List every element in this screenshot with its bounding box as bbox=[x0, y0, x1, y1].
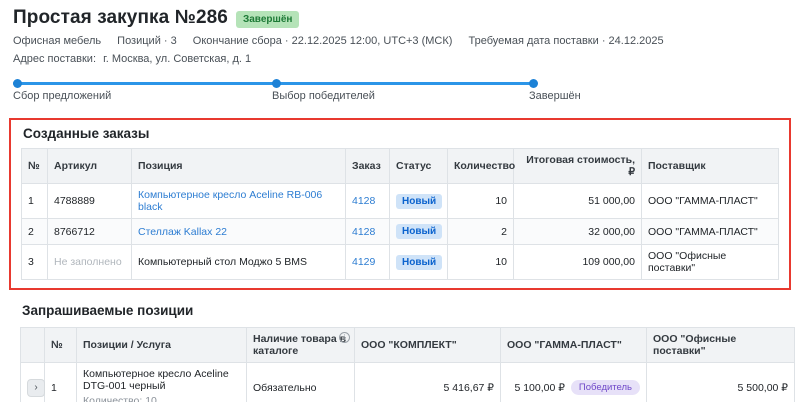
created-orders-title: Созданные заказы bbox=[23, 126, 779, 141]
col-total: Итоговая стоимость, ₽ bbox=[514, 149, 642, 184]
order-row: 3 Не заполнено Компьютерный стол Моджо 5… bbox=[22, 245, 779, 280]
status-new-badge: Новый bbox=[396, 224, 442, 239]
col-supplier: Поставщик bbox=[642, 149, 779, 184]
order-link[interactable]: 4129 bbox=[352, 256, 375, 268]
requested-positions-title: Запрашиваемые позиции bbox=[22, 303, 795, 318]
order-article-empty: Не заполнено bbox=[48, 245, 132, 280]
requested-row: › 1 Компьютерное кресло Aceline DTG-001 … bbox=[21, 363, 795, 402]
order-link[interactable]: 4128 bbox=[352, 195, 375, 207]
progress-step-done: Завершён bbox=[529, 90, 581, 102]
progress-step-collect: Сбор предложений bbox=[13, 90, 111, 102]
address-line: Адрес поставки: г. Москва, ул. Советская… bbox=[13, 53, 787, 65]
winner-badge: Победитель bbox=[571, 380, 640, 395]
col-name: Позиции / Услуга bbox=[77, 328, 247, 363]
price-gamma: 5 100,00 ₽ bbox=[514, 382, 564, 394]
order-total: 32 000,00 bbox=[514, 219, 642, 245]
item-qty: Количество: 10 bbox=[83, 395, 240, 402]
address-label: Адрес поставки: bbox=[13, 53, 96, 65]
order-supplier: ООО "ГАММА-ПЛАСТ" bbox=[642, 184, 779, 219]
meta-collection-end: Окончание сбора · 22.12.2025 12:00, UTC+… bbox=[193, 35, 453, 47]
progress-dot-2 bbox=[272, 79, 281, 88]
page-header: Простая закупка №286 Завершён Офисная ме… bbox=[0, 0, 800, 65]
position-link[interactable]: Стеллаж Kallax 22 bbox=[138, 226, 227, 238]
col-supplier-komplekt: ООО "КОМПЛЕКТ" bbox=[355, 328, 501, 363]
status-new-badge: Новый bbox=[396, 194, 442, 209]
requested-positions-section: Запрашиваемые позиции № Позиции / Услуга… bbox=[20, 303, 795, 402]
order-article: 4788889 bbox=[48, 184, 132, 219]
row-num: 1 bbox=[45, 363, 77, 402]
meta-line: Офисная мебель Позиций · 3 Окончание сбо… bbox=[13, 35, 787, 47]
address-value: г. Москва, ул. Советская, д. 1 bbox=[103, 53, 251, 65]
requested-positions-table: № Позиции / Услуга Наличие товара в ката… bbox=[20, 327, 795, 402]
order-total: 109 000,00 bbox=[514, 245, 642, 280]
col-supplier-ofis: ООО "Офисные поставки" bbox=[647, 328, 795, 363]
status-new-badge: Новый bbox=[396, 255, 442, 270]
position-link[interactable]: Компьютерное кресло Aceline RB-006 black bbox=[138, 189, 322, 213]
col-supplier-gamma: ООО "ГАММА-ПЛАСТ" bbox=[501, 328, 647, 363]
col-num: № bbox=[22, 149, 48, 184]
item-availability: Обязательно bbox=[247, 363, 355, 402]
price-ofis: 5 500,00 ₽ bbox=[647, 363, 795, 402]
order-position-text: Компьютерный стол Моджо 5 BMS bbox=[132, 245, 346, 280]
status-badge: Завершён bbox=[236, 11, 299, 28]
col-order: Заказ bbox=[346, 149, 390, 184]
procurement-page: Простая закупка №286 Завершён Офисная ме… bbox=[0, 0, 800, 402]
page-title: Простая закупка №286 bbox=[13, 7, 228, 29]
expand-row-button[interactable]: › bbox=[27, 379, 45, 397]
created-orders-table: № Артикул Позиция Заказ Статус Количеств… bbox=[21, 148, 779, 280]
col-status: Статус bbox=[390, 149, 448, 184]
col-availability: Наличие товара в каталогеi bbox=[247, 328, 355, 363]
order-qty: 10 bbox=[448, 184, 514, 219]
price-komplekt: 5 416,67 ₽ bbox=[355, 363, 501, 402]
item-name: Компьютерное кресло Aceline DTG-001 черн… bbox=[83, 368, 240, 392]
order-supplier: ООО "Офисные поставки" bbox=[642, 245, 779, 280]
order-article: 8766712 bbox=[48, 219, 132, 245]
order-qty: 10 bbox=[448, 245, 514, 280]
orders-header-row: № Артикул Позиция Заказ Статус Количеств… bbox=[22, 149, 779, 184]
order-link[interactable]: 4128 bbox=[352, 226, 375, 238]
progress-step-winners: Выбор победителей bbox=[272, 90, 375, 102]
progress-stepper: Сбор предложений Выбор победителей Завер… bbox=[0, 75, 800, 109]
order-row: 1 4788889 Компьютерное кресло Aceline RB… bbox=[22, 184, 779, 219]
created-orders-section: Созданные заказы № Артикул Позиция Заказ… bbox=[9, 118, 791, 290]
order-num: 1 bbox=[22, 184, 48, 219]
availability-label: Наличие товара в каталоге bbox=[253, 333, 346, 357]
meta-delivery-date: Требуемая дата поставки · 24.12.2025 bbox=[469, 35, 664, 47]
order-num: 2 bbox=[22, 219, 48, 245]
order-total: 51 000,00 bbox=[514, 184, 642, 219]
meta-positions: Позиций · 3 bbox=[117, 35, 177, 47]
col-num: № bbox=[45, 328, 77, 363]
order-supplier: ООО "ГАММА-ПЛАСТ" bbox=[642, 219, 779, 245]
order-qty: 2 bbox=[448, 219, 514, 245]
meta-category: Офисная мебель bbox=[13, 35, 101, 47]
order-row: 2 8766712 Стеллаж Kallax 22 4128 Новый 2… bbox=[22, 219, 779, 245]
progress-dot-1 bbox=[13, 79, 22, 88]
col-qty: Количество bbox=[448, 149, 514, 184]
col-position: Позиция bbox=[132, 149, 346, 184]
info-icon[interactable]: i bbox=[339, 332, 350, 343]
order-num: 3 bbox=[22, 245, 48, 280]
col-expand bbox=[21, 328, 45, 363]
col-article: Артикул bbox=[48, 149, 132, 184]
progress-dot-3 bbox=[529, 79, 538, 88]
requested-header-row: № Позиции / Услуга Наличие товара в ката… bbox=[21, 328, 795, 363]
